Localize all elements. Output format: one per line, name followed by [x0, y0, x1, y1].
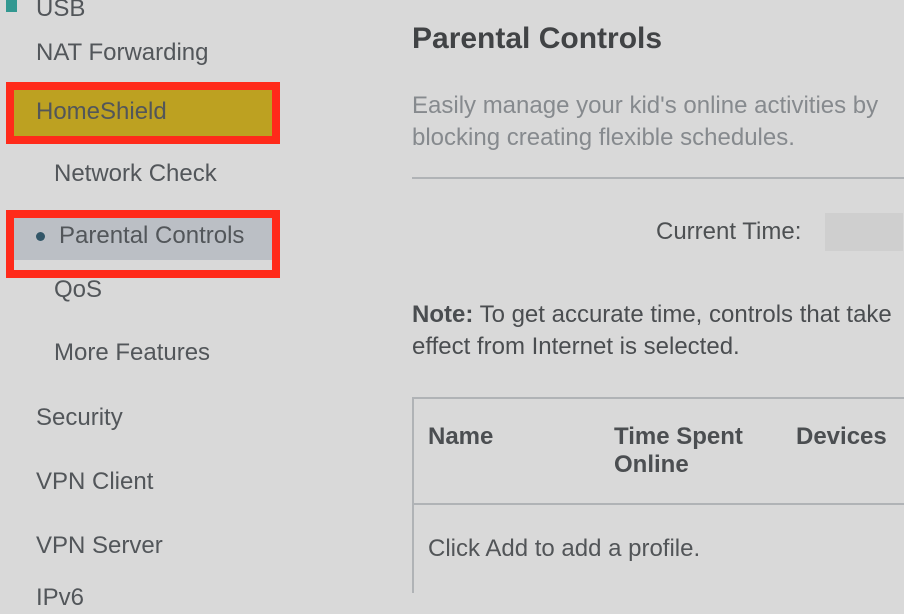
table-empty-row: Click Add to add a profile. [414, 505, 904, 593]
sidebar-item-label: USB [36, 0, 85, 23]
sidebar-item-homeshield[interactable]: HomeShield [6, 88, 278, 136]
sidebar-item-label: Security [36, 404, 123, 432]
sidebar-item-vpn-server[interactable]: VPN Server [6, 514, 278, 578]
sidebar-item-label: More Features [54, 339, 210, 367]
sidebar-item-label: HomeShield [36, 98, 167, 126]
table-header-name: Name [414, 399, 600, 475]
sidebar-item-more-features[interactable]: More Features [6, 320, 278, 386]
sidebar-item-network-check[interactable]: Network Check [6, 136, 278, 212]
page-description: Easily manage your kid's online activiti… [412, 90, 904, 155]
sidebar-item-parental-controls[interactable]: Parental Controls [6, 212, 278, 260]
note-body: To get accurate time, controls that take… [412, 301, 892, 360]
current-time-label: Current Time: [656, 218, 801, 246]
sidebar-accent [6, 0, 17, 12]
sidebar: USB NAT Forwarding HomeShield Network Ch… [6, 0, 278, 614]
bullet-icon [36, 232, 45, 241]
sidebar-item-ipv6[interactable]: IPv6 [6, 578, 278, 614]
sidebar-item-label: QoS [54, 276, 102, 304]
table-empty-message: Click Add to add a profile. [414, 505, 904, 593]
sidebar-item-label: NAT Forwarding [36, 39, 209, 67]
sidebar-item-label: Parental Controls [59, 222, 244, 250]
current-time-value [825, 213, 903, 251]
sidebar-item-label: VPN Server [36, 532, 163, 560]
page-title: Parental Controls [412, 22, 904, 56]
sidebar-item-usb[interactable]: USB [6, 0, 278, 18]
divider [412, 177, 904, 179]
table-header-row: Name Time Spent Online Devices [414, 399, 904, 505]
sidebar-item-label: IPv6 [36, 584, 84, 612]
sidebar-item-vpn-client[interactable]: VPN Client [6, 450, 278, 514]
current-time-row: Current Time: [656, 213, 904, 251]
profiles-table: Name Time Spent Online Devices Click Add… [412, 397, 904, 593]
table-header-time: Time Spent Online [600, 399, 782, 503]
sidebar-item-label: VPN Client [36, 468, 153, 496]
sidebar-item-qos[interactable]: QoS [6, 260, 278, 320]
sidebar-item-security[interactable]: Security [6, 386, 278, 450]
table-header-devices: Devices [782, 399, 904, 475]
sidebar-item-nat-forwarding[interactable]: NAT Forwarding [6, 18, 278, 88]
sidebar-item-label: Network Check [54, 160, 217, 188]
note-label: Note: [412, 301, 473, 328]
note-text: Note: To get accurate time, controls tha… [412, 299, 904, 364]
